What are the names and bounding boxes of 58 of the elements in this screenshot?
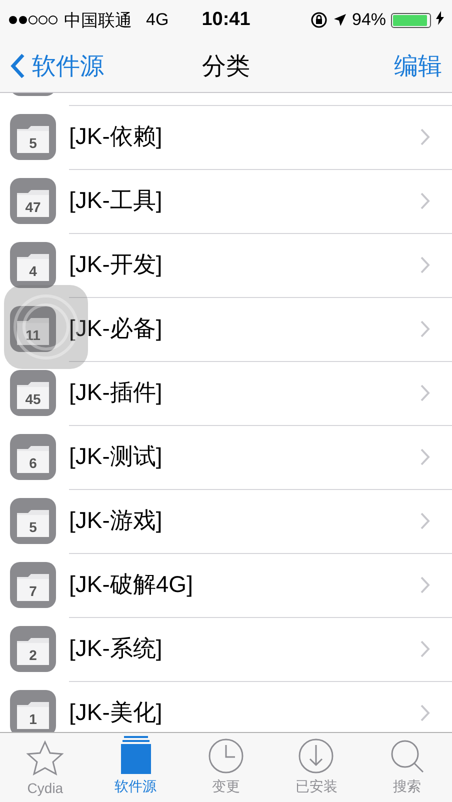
battery-percent: 94% [352,10,386,30]
section-count: 47 [24,199,42,215]
folder-icon [10,114,56,160]
status-time: 10:41 [202,9,250,31]
chevron-icon [420,640,430,658]
folder-icon [10,562,56,608]
section-name[interactable]: [JK-游戏] [69,505,420,536]
chevron-icon [420,384,430,402]
section-name[interactable]: [JK-测试] [69,441,420,472]
tab[interactable]: 软件源 [90,733,181,802]
section-name[interactable]: [JK-插件] [69,377,420,408]
nav-title: 分类 [202,53,250,80]
section-name[interactable]: [JK-必备] [69,313,420,344]
chevron-icon [420,704,430,722]
back-chevron-icon [10,52,26,80]
folder-icon [10,626,56,672]
chevron-icon [420,448,430,466]
chevron-icon [420,128,430,146]
clock-icon [208,738,244,774]
carrier-name: 中国联通 [64,10,132,32]
network-type: 4G [146,10,169,30]
section-count: 7 [28,583,38,599]
back-button[interactable]: 软件源 [10,50,104,82]
folder-icon [10,498,56,544]
section-count: 5 [28,519,38,535]
location-arrow-icon [332,13,347,27]
section-count: 6 [28,455,38,471]
section-name[interactable]: [JK-工具] [69,185,420,216]
folder-icon [10,242,56,288]
download-icon [298,738,334,774]
folder-icon [10,178,56,224]
section-name[interactable]: [JK-系统] [69,633,420,664]
rotation-lock-icon [310,11,328,29]
search-icon [388,738,425,774]
section-count: 4 [28,263,38,279]
section-count: 2 [28,647,38,663]
folder-icon [10,306,56,352]
section-count: 5 [28,135,38,151]
folder-icon [10,370,56,416]
chevron-icon [420,256,430,274]
edit-button[interactable]: 编辑 [394,50,442,82]
section-count: 11 [24,327,42,343]
chevron-icon [420,320,430,338]
section-count: 1 [28,711,38,727]
section-name[interactable]: [JK-破解4G] [69,569,420,600]
charging-bolt-icon [436,11,444,25]
folder-icon [10,434,56,480]
chevron-icon [420,192,430,210]
section-name[interactable]: [JK-美化] [69,697,420,728]
section-count: 45 [24,391,42,407]
battery-icon [391,12,432,28]
stacked-folders-icon [120,736,151,774]
chevron-icon [420,576,430,594]
section-name[interactable]: [JK-开发] [69,249,420,280]
star-icon [26,740,64,776]
signal-icon [8,15,58,25]
section-name[interactable]: [JK-依赖] [69,121,420,152]
chevron-icon [420,512,430,530]
